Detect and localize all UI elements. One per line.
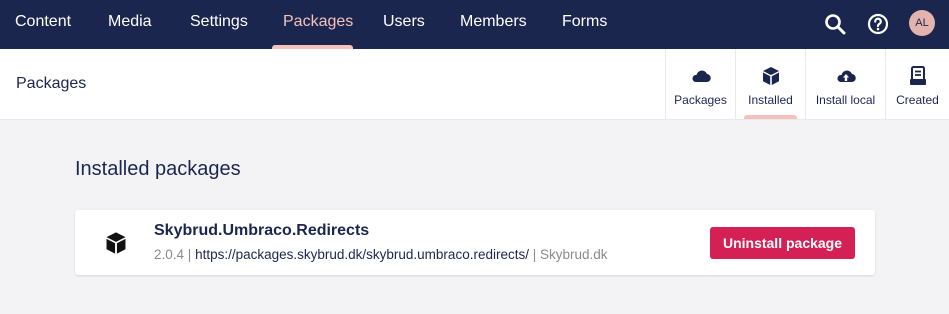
box-icon bbox=[103, 230, 129, 256]
package-author: Skybrud.dk bbox=[540, 247, 608, 262]
package-card: Skybrud.Umbraco.Redirects 2.0.4 | https:… bbox=[75, 210, 875, 275]
cloud-icon bbox=[690, 65, 712, 87]
subnav-packages[interactable]: Packages bbox=[665, 49, 735, 119]
top-navigation: Content Media Settings Packages Users Me… bbox=[0, 0, 949, 49]
subnav-label: Packages bbox=[674, 93, 727, 107]
document-box-icon bbox=[907, 65, 929, 87]
search-icon[interactable] bbox=[823, 12, 847, 36]
box-icon bbox=[760, 65, 782, 87]
nav-item-users[interactable]: Users bbox=[383, 0, 425, 49]
package-version: 2.0.4 bbox=[154, 247, 185, 262]
subnav-install-local[interactable]: Install local bbox=[805, 49, 885, 119]
cloud-upload-icon bbox=[835, 65, 857, 87]
section-title: Installed packages bbox=[75, 158, 241, 180]
meta-separator: | bbox=[532, 247, 540, 262]
nav-item-content[interactable]: Content bbox=[15, 0, 71, 49]
meta-separator: | bbox=[187, 247, 196, 262]
uninstall-package-button[interactable]: Uninstall package bbox=[710, 227, 855, 259]
nav-item-settings[interactable]: Settings bbox=[190, 0, 248, 49]
subnav-installed[interactable]: Installed bbox=[735, 49, 805, 119]
page-title: Packages bbox=[16, 75, 87, 92]
subnav-created[interactable]: Created bbox=[885, 49, 949, 119]
active-subnav-indicator bbox=[744, 115, 797, 119]
nav-item-members[interactable]: Members bbox=[460, 0, 527, 49]
package-name: Skybrud.Umbraco.Redirects bbox=[154, 222, 370, 239]
subnav-label: Created bbox=[896, 93, 939, 107]
package-meta: 2.0.4 | https://packages.skybrud.dk/skyb… bbox=[154, 247, 608, 262]
nav-item-media[interactable]: Media bbox=[108, 0, 152, 49]
subnav-label: Install local bbox=[815, 93, 876, 107]
package-url-link[interactable]: https://packages.skybrud.dk/skybrud.umbr… bbox=[195, 247, 529, 262]
help-icon[interactable] bbox=[866, 12, 890, 36]
user-avatar[interactable]: AL bbox=[909, 10, 935, 36]
page-header: Packages Packages Installed Install loca… bbox=[0, 49, 949, 120]
nav-item-packages[interactable]: Packages bbox=[283, 0, 353, 49]
nav-item-forms[interactable]: Forms bbox=[562, 0, 607, 49]
subnav-label: Installed bbox=[748, 93, 793, 107]
